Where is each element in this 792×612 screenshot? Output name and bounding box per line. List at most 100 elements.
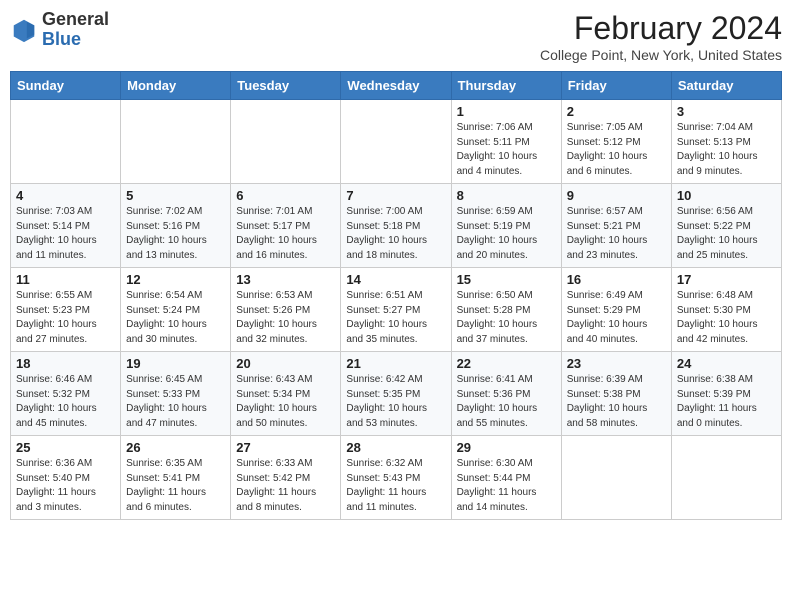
calendar-cell: 5Sunrise: 7:02 AM Sunset: 5:16 PM Daylig…	[121, 184, 231, 268]
day-number: 4	[16, 188, 115, 203]
calendar-cell: 21 Sunrise: 6:42 AM Sunset: 5:35 PM Dayli…	[341, 352, 451, 436]
day-detail: Sunrise: 6:59 AM Sunset: 5:19 PM Dayligh…	[457, 205, 556, 263]
title-block: February 2024 College Point, New York, U…	[540, 10, 782, 63]
day-detail: Sunrise: 6:43 AM Sunset: 5:34 PM Dayligh…	[236, 373, 335, 431]
day-number: 8	[457, 188, 556, 203]
day-number: 25	[16, 440, 115, 455]
day-detail: Sunrise: 7:02 AM Sunset: 5:16 PM Dayligh…	[126, 205, 225, 263]
calendar-cell: 20 Sunrise: 6:43 AM Sunset: 5:34 PM Dayli…	[231, 352, 341, 436]
day-detail: Sunrise: 6:50 AM Sunset: 5:28 PM Dayligh…	[457, 289, 556, 347]
calendar-cell: 10 Sunrise: 6:56 AM Sunset: 5:22 PM Dayli…	[671, 184, 781, 268]
calendar-cell: 15 Sunrise: 6:50 AM Sunset: 5:28 PM Dayli…	[451, 268, 561, 352]
day-number: 18	[16, 356, 115, 371]
calendar-cell: 27 Sunrise: 6:33 AM Sunset: 5:42 PM Dayli…	[231, 436, 341, 520]
day-number: 23	[567, 356, 666, 371]
day-number: 13	[236, 272, 335, 287]
day-detail: Sunrise: 6:56 AM Sunset: 5:22 PM Dayligh…	[677, 205, 776, 263]
day-detail: Sunrise: 6:36 AM Sunset: 5:40 PM Dayligh…	[16, 457, 115, 515]
calendar-cell: 7 Sunrise: 7:00 AM Sunset: 5:18 PM Daylig…	[341, 184, 451, 268]
day-number: 20	[236, 356, 335, 371]
weekday-header: Sunday	[11, 72, 121, 100]
calendar-cell: 22 Sunrise: 6:41 AM Sunset: 5:36 PM Dayli…	[451, 352, 561, 436]
logo: General Blue	[10, 10, 109, 50]
calendar-cell: 12 Sunrise: 6:54 AM Sunset: 5:24 PM Dayli…	[121, 268, 231, 352]
day-detail: Sunrise: 6:35 AM Sunset: 5:41 PM Dayligh…	[126, 457, 225, 515]
day-number: 28	[346, 440, 445, 455]
weekday-header: Tuesday	[231, 72, 341, 100]
calendar-cell	[561, 436, 671, 520]
day-detail: Sunrise: 7:05 AM Sunset: 5:12 PM Dayligh…	[567, 121, 666, 179]
logo-blue-text: Blue	[42, 29, 81, 49]
calendar-cell: 2Sunrise: 7:05 AM Sunset: 5:12 PM Daylig…	[561, 100, 671, 184]
day-number: 27	[236, 440, 335, 455]
calendar-cell: 1 Sunrise: 7:06 AM Sunset: 5:11 PM Daylig…	[451, 100, 561, 184]
weekday-header: Monday	[121, 72, 231, 100]
calendar-cell: 8 Sunrise: 6:59 AM Sunset: 5:19 PM Daylig…	[451, 184, 561, 268]
calendar-week-row: 4Sunrise: 7:03 AM Sunset: 5:14 PM Daylig…	[11, 184, 782, 268]
day-number: 10	[677, 188, 776, 203]
weekday-header: Wednesday	[341, 72, 451, 100]
day-detail: Sunrise: 7:01 AM Sunset: 5:17 PM Dayligh…	[236, 205, 335, 263]
day-detail: Sunrise: 6:42 AM Sunset: 5:35 PM Dayligh…	[346, 373, 445, 431]
logo-general-text: General	[42, 9, 109, 29]
calendar-cell: 16Sunrise: 6:49 AM Sunset: 5:29 PM Dayli…	[561, 268, 671, 352]
calendar-week-row: 18 Sunrise: 6:46 AM Sunset: 5:32 PM Dayli…	[11, 352, 782, 436]
day-detail: Sunrise: 6:53 AM Sunset: 5:26 PM Dayligh…	[236, 289, 335, 347]
calendar-table: SundayMondayTuesdayWednesdayThursdayFrid…	[10, 71, 782, 520]
calendar-cell	[11, 100, 121, 184]
weekday-header: Thursday	[451, 72, 561, 100]
day-number: 21	[346, 356, 445, 371]
day-detail: Sunrise: 6:51 AM Sunset: 5:27 PM Dayligh…	[346, 289, 445, 347]
day-detail: Sunrise: 6:48 AM Sunset: 5:30 PM Dayligh…	[677, 289, 776, 347]
day-number: 19	[126, 356, 225, 371]
calendar-cell: 9Sunrise: 6:57 AM Sunset: 5:21 PM Daylig…	[561, 184, 671, 268]
day-detail: Sunrise: 6:32 AM Sunset: 5:43 PM Dayligh…	[346, 457, 445, 515]
day-number: 24	[677, 356, 776, 371]
day-detail: Sunrise: 6:30 AM Sunset: 5:44 PM Dayligh…	[457, 457, 556, 515]
day-detail: Sunrise: 6:54 AM Sunset: 5:24 PM Dayligh…	[126, 289, 225, 347]
day-detail: Sunrise: 6:57 AM Sunset: 5:21 PM Dayligh…	[567, 205, 666, 263]
day-detail: Sunrise: 6:41 AM Sunset: 5:36 PM Dayligh…	[457, 373, 556, 431]
calendar-cell: 26 Sunrise: 6:35 AM Sunset: 5:41 PM Dayli…	[121, 436, 231, 520]
day-detail: Sunrise: 7:06 AM Sunset: 5:11 PM Dayligh…	[457, 121, 556, 179]
calendar-cell: 3 Sunrise: 7:04 AM Sunset: 5:13 PM Daylig…	[671, 100, 781, 184]
day-detail: Sunrise: 7:04 AM Sunset: 5:13 PM Dayligh…	[677, 121, 776, 179]
day-detail: Sunrise: 6:39 AM Sunset: 5:38 PM Dayligh…	[567, 373, 666, 431]
day-detail: Sunrise: 6:38 AM Sunset: 5:39 PM Dayligh…	[677, 373, 776, 431]
calendar-week-row: 25 Sunrise: 6:36 AM Sunset: 5:40 PM Dayli…	[11, 436, 782, 520]
day-number: 7	[346, 188, 445, 203]
calendar-cell: 11Sunrise: 6:55 AM Sunset: 5:23 PM Dayli…	[11, 268, 121, 352]
day-detail: Sunrise: 6:49 AM Sunset: 5:29 PM Dayligh…	[567, 289, 666, 347]
calendar-cell: 13 Sunrise: 6:53 AM Sunset: 5:26 PM Dayli…	[231, 268, 341, 352]
month-title: February 2024	[540, 10, 782, 47]
calendar-cell: 28 Sunrise: 6:32 AM Sunset: 5:43 PM Dayli…	[341, 436, 451, 520]
day-detail: Sunrise: 6:45 AM Sunset: 5:33 PM Dayligh…	[126, 373, 225, 431]
weekday-header: Friday	[561, 72, 671, 100]
day-number: 12	[126, 272, 225, 287]
calendar-cell	[341, 100, 451, 184]
calendar-cell: 4Sunrise: 7:03 AM Sunset: 5:14 PM Daylig…	[11, 184, 121, 268]
day-detail: Sunrise: 6:55 AM Sunset: 5:23 PM Dayligh…	[16, 289, 115, 347]
weekday-header-row: SundayMondayTuesdayWednesdayThursdayFrid…	[11, 72, 782, 100]
page-header: General Blue February 2024 College Point…	[10, 10, 782, 63]
calendar-cell: 14 Sunrise: 6:51 AM Sunset: 5:27 PM Dayli…	[341, 268, 451, 352]
day-detail: Sunrise: 6:46 AM Sunset: 5:32 PM Dayligh…	[16, 373, 115, 431]
day-detail: Sunrise: 7:00 AM Sunset: 5:18 PM Dayligh…	[346, 205, 445, 263]
day-number: 26	[126, 440, 225, 455]
day-number: 29	[457, 440, 556, 455]
calendar-cell	[671, 436, 781, 520]
day-number: 14	[346, 272, 445, 287]
day-number: 15	[457, 272, 556, 287]
calendar-cell: 24 Sunrise: 6:38 AM Sunset: 5:39 PM Dayli…	[671, 352, 781, 436]
day-number: 3	[677, 104, 776, 119]
calendar-cell	[121, 100, 231, 184]
day-number: 17	[677, 272, 776, 287]
day-number: 6	[236, 188, 335, 203]
day-detail: Sunrise: 6:33 AM Sunset: 5:42 PM Dayligh…	[236, 457, 335, 515]
weekday-header: Saturday	[671, 72, 781, 100]
day-number: 1	[457, 104, 556, 119]
day-number: 22	[457, 356, 556, 371]
calendar-cell: 23 Sunrise: 6:39 AM Sunset: 5:38 PM Dayli…	[561, 352, 671, 436]
location-text: College Point, New York, United States	[540, 47, 782, 63]
calendar-cell: 19 Sunrise: 6:45 AM Sunset: 5:33 PM Dayli…	[121, 352, 231, 436]
